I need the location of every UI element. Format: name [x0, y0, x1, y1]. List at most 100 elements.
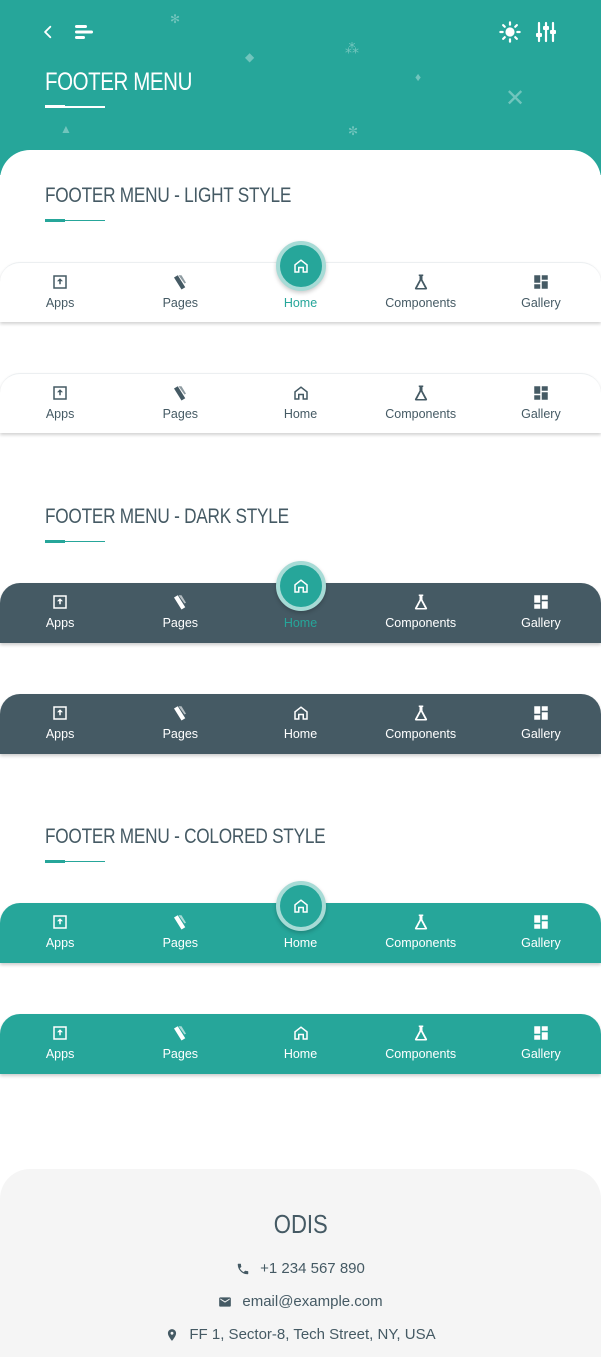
- pages-icon: [174, 706, 187, 721]
- pages-icon: [174, 275, 187, 290]
- apps-icon: [53, 595, 67, 609]
- home-icon: [293, 706, 308, 720]
- footer-menu-dark: Apps Pages Home Components Gallery: [0, 694, 601, 754]
- section-title-dark: FOOTER MENU - DARK STYLE: [45, 505, 289, 528]
- tab-label: Apps: [45, 727, 75, 741]
- section-title-colored: FOOTER MENU - COLORED STYLE: [45, 825, 326, 848]
- gallery-icon: [534, 915, 548, 929]
- tab-components[interactable]: Components: [361, 903, 481, 963]
- decoration-icon: ▲: [60, 122, 72, 136]
- tab-label: Pages: [162, 616, 199, 630]
- tab-gallery[interactable]: Gallery: [481, 263, 601, 322]
- tab-apps[interactable]: Apps: [0, 694, 120, 754]
- tab-components[interactable]: Components: [361, 694, 481, 754]
- decoration-icon: ✻: [170, 12, 181, 26]
- tab-label: Gallery: [521, 936, 561, 950]
- tab-home[interactable]: Home: [240, 561, 360, 643]
- page-title: FOOTER MENU: [45, 68, 192, 96]
- tab-label: Apps: [45, 407, 75, 421]
- tab-components[interactable]: Components: [361, 374, 481, 433]
- tab-label: Apps: [45, 1047, 75, 1061]
- decoration-icon: ✼: [348, 124, 359, 138]
- brightness-icon[interactable]: [497, 19, 523, 45]
- tab-home[interactable]: Home: [240, 881, 360, 963]
- tab-gallery[interactable]: Gallery: [481, 1014, 601, 1074]
- footer-menu-dark-fab: Apps Pages Home Components Gallery: [0, 561, 601, 643]
- home-icon: [293, 579, 308, 593]
- phone-icon: [237, 1263, 249, 1274]
- tab-apps[interactable]: Apps: [0, 903, 120, 963]
- footer-email[interactable]: email@example.com: [0, 1293, 601, 1310]
- apps-icon: [53, 915, 67, 929]
- back-icon[interactable]: [35, 19, 61, 45]
- footer-address: FF 1, Sector-8, Tech Street, NY, USA: [0, 1326, 601, 1343]
- tab-label: Home: [283, 936, 318, 950]
- menu-icon[interactable]: [71, 19, 97, 45]
- phone-text: +1 234 567 890: [260, 1260, 365, 1277]
- tab-gallery[interactable]: Gallery: [481, 903, 601, 963]
- flask-icon: [414, 594, 427, 610]
- main-content: FOOTER MENU - LIGHT STYLE Apps Pages Hom…: [0, 150, 601, 1170]
- tab-apps[interactable]: Apps: [0, 263, 120, 322]
- tab-home[interactable]: Home: [240, 694, 360, 754]
- tab-pages[interactable]: Pages: [120, 263, 240, 322]
- home-fab[interactable]: [275, 881, 326, 931]
- section-title-light: FOOTER MENU - LIGHT STYLE: [45, 184, 292, 207]
- tab-label: Pages: [162, 936, 199, 950]
- tab-label: Components: [385, 936, 457, 950]
- home-fab[interactable]: [275, 241, 326, 291]
- tab-label: Gallery: [521, 616, 561, 630]
- tab-label: Home: [283, 1047, 318, 1061]
- tab-label: Pages: [162, 296, 199, 310]
- tab-label: Pages: [162, 727, 199, 741]
- tab-pages[interactable]: Pages: [120, 1014, 240, 1074]
- title-underline: [45, 105, 105, 108]
- pages-icon: [174, 595, 187, 610]
- home-icon: [293, 386, 308, 400]
- flask-icon: [414, 274, 427, 290]
- tab-apps[interactable]: Apps: [0, 583, 120, 643]
- tab-pages[interactable]: Pages: [120, 903, 240, 963]
- tab-label: Components: [385, 616, 457, 630]
- tab-apps[interactable]: Apps: [0, 374, 120, 433]
- tab-label: Home: [283, 407, 318, 421]
- tab-components[interactable]: Components: [361, 583, 481, 643]
- tab-home[interactable]: Home: [240, 1014, 360, 1074]
- tab-label: Components: [385, 727, 457, 741]
- tab-gallery[interactable]: Gallery: [481, 583, 601, 643]
- tab-gallery[interactable]: Gallery: [481, 374, 601, 433]
- email-text: email@example.com: [242, 1293, 383, 1310]
- footer-phone[interactable]: +1 234 567 890: [0, 1260, 601, 1277]
- flask-icon: [414, 1025, 427, 1041]
- tab-gallery[interactable]: Gallery: [481, 694, 601, 754]
- tab-pages[interactable]: Pages: [120, 374, 240, 433]
- tab-label: Gallery: [521, 407, 561, 421]
- location-icon: [168, 1328, 177, 1341]
- tab-home[interactable]: Home: [240, 374, 360, 433]
- gallery-icon: [534, 1026, 548, 1040]
- footer-menu-light: Apps Pages Home Components Gallery: [0, 373, 601, 433]
- tab-label: Home: [283, 616, 318, 630]
- tab-components[interactable]: Components: [361, 263, 481, 322]
- settings-sliders-icon[interactable]: [533, 19, 559, 45]
- gallery-icon: [534, 386, 548, 400]
- tab-pages[interactable]: Pages: [120, 583, 240, 643]
- footer-brand: ODIS: [273, 1209, 328, 1239]
- decoration-icon: ✕: [505, 85, 526, 112]
- decoration-icon: ◆: [245, 50, 255, 64]
- tab-label: Apps: [45, 616, 75, 630]
- tab-home[interactable]: Home: [240, 241, 360, 322]
- gallery-icon: [534, 595, 548, 609]
- tab-label: Components: [385, 407, 457, 421]
- footer-menu-colored: Apps Pages Home Components Gallery: [0, 1014, 601, 1074]
- footer-menu-light-fab: Apps Pages Home Components Gallery: [0, 241, 601, 322]
- tab-pages[interactable]: Pages: [120, 694, 240, 754]
- tab-apps[interactable]: Apps: [0, 1014, 120, 1074]
- tab-label: Pages: [162, 1047, 199, 1061]
- home-fab[interactable]: [275, 561, 326, 611]
- decoration-icon: ♦: [415, 70, 422, 84]
- pages-icon: [174, 386, 187, 401]
- flask-icon: [414, 914, 427, 930]
- address-text: FF 1, Sector-8, Tech Street, NY, USA: [189, 1326, 436, 1343]
- tab-components[interactable]: Components: [361, 1014, 481, 1074]
